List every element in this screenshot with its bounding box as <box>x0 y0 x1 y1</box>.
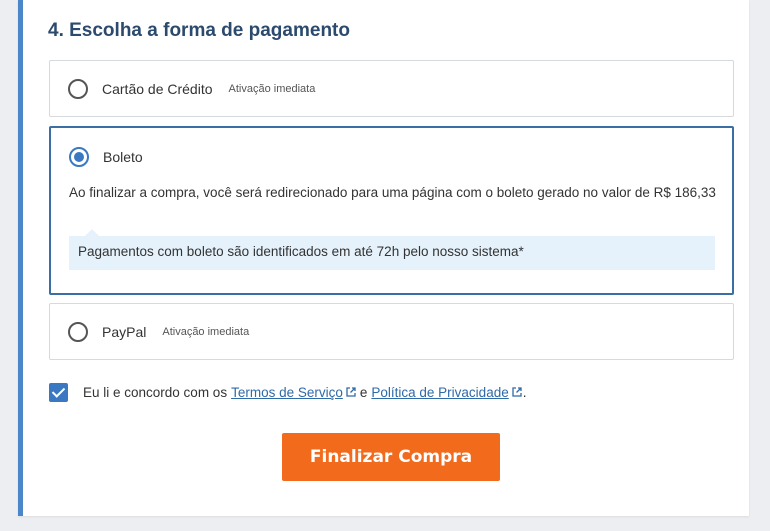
payment-section: 4. Escolha a forma de pagamento Cartão d… <box>18 0 749 516</box>
credit-card-radio[interactable] <box>68 79 88 99</box>
terms-agreement: Eu li e concordo com os Termos de Serviç… <box>49 383 526 402</box>
paypal-label: PayPal <box>102 324 147 340</box>
paypal-activation-tag: Ativação imediata <box>162 326 250 338</box>
terms-checkbox[interactable] <box>49 383 68 402</box>
agreement-prefix: Eu li e concordo com os <box>83 385 228 400</box>
payment-option-boleto[interactable]: Boleto Ao finalizar a compra, você será … <box>49 126 734 295</box>
payment-option-credit-card[interactable]: Cartão de Crédito Ativação imediata <box>49 60 734 117</box>
external-link-icon <box>346 385 356 400</box>
agreement-suffix: . <box>522 385 527 400</box>
boleto-radio[interactable] <box>69 147 89 167</box>
finalize-purchase-button[interactable]: Finalizar Compra <box>282 433 500 481</box>
paypal-radio[interactable] <box>68 322 88 342</box>
terms-of-service-link[interactable]: Termos de Serviço <box>231 385 343 400</box>
boleto-label: Boleto <box>103 149 143 165</box>
agreement-conjunction: e <box>359 385 368 400</box>
payment-option-paypal[interactable]: PayPal Ativação imediata <box>49 303 734 360</box>
credit-card-activation-tag: Ativação imediata <box>228 83 316 95</box>
section-title: 4. Escolha a forma de pagamento <box>48 20 350 41</box>
credit-card-label: Cartão de Crédito <box>102 81 213 97</box>
privacy-policy-link[interactable]: Política de Privacidade <box>371 385 508 400</box>
external-link-icon <box>512 385 522 400</box>
boleto-info-note: Pagamentos com boleto são identificados … <box>69 229 715 270</box>
boleto-description: Ao finalizar a compra, você será redirec… <box>69 185 716 200</box>
